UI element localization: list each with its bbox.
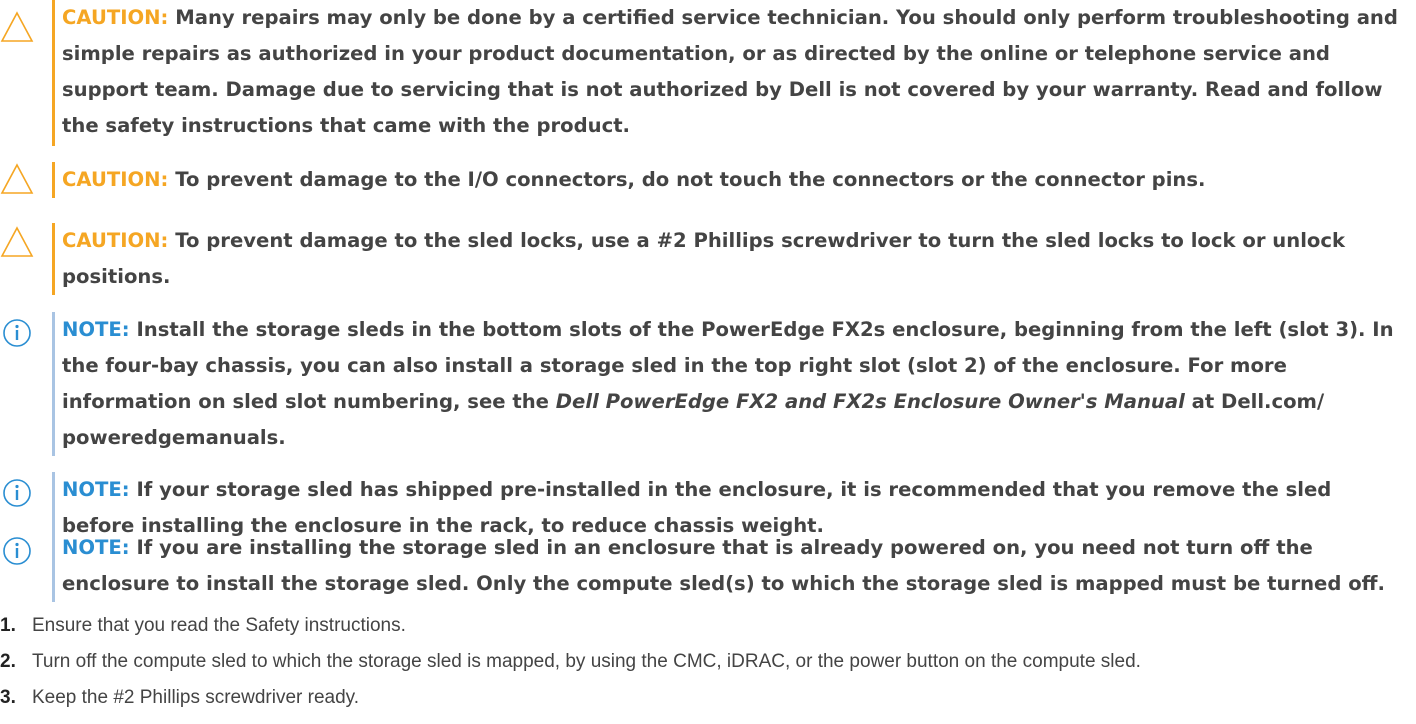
caution-body: To prevent damage to the sled locks, use…: [62, 229, 1346, 288]
warning-triangle-icon: [0, 11, 34, 42]
note-label: NOTE:: [62, 478, 130, 501]
notice-text: NOTE: If you are installing the storage …: [62, 530, 1410, 602]
notice-text: CAUTION: To prevent damage to the sled l…: [62, 223, 1410, 295]
note-bar: [52, 530, 55, 602]
caution-notice-certified-repairs: CAUTION: Many repairs may only be done b…: [0, 0, 1416, 146]
list-item: 3. Keep the #2 Phillips screwdriver read…: [0, 680, 1416, 716]
caution-label: CAUTION:: [62, 229, 169, 252]
note-label: NOTE:: [62, 318, 130, 341]
note-body: If you are installing the storage sled i…: [62, 536, 1385, 595]
note-install-storage-sleds: NOTE: Install the storage sleds in the b…: [0, 312, 1416, 456]
list-item: 1. Ensure that you read the Safety instr…: [0, 608, 1416, 644]
step-number: 2.: [0, 651, 16, 672]
warning-triangle-icon: [0, 163, 34, 194]
note-powered-on-enclosure: NOTE: If you are installing the storage …: [0, 530, 1416, 602]
notice-text: CAUTION: Many repairs may only be done b…: [62, 0, 1410, 144]
note-body: If your storage sled has shipped pre-ins…: [62, 478, 1332, 537]
step-number: 3.: [0, 687, 16, 708]
info-circle-icon: [3, 537, 31, 565]
caution-bar: [52, 0, 55, 146]
list-item: 2. Turn off the compute sled to which th…: [0, 644, 1416, 680]
manual-title: Dell PowerEdge FX2 and FX2s Enclosure Ow…: [555, 390, 1185, 413]
caution-bar: [52, 223, 55, 295]
caution-bar: [52, 162, 55, 198]
prerequisite-steps-list: 1. Ensure that you read the Safety instr…: [0, 608, 1416, 716]
info-circle-icon: [3, 479, 31, 507]
step-number: 1.: [0, 615, 16, 636]
caution-body: Many repairs may only be done by a certi…: [62, 6, 1398, 137]
caution-body: To prevent damage to the I/O connectors,…: [175, 168, 1206, 191]
warning-triangle-icon: [0, 226, 34, 257]
caution-label: CAUTION:: [62, 168, 169, 191]
step-text: Ensure that you read the Safety instruct…: [32, 615, 406, 636]
caution-notice-sled-locks: CAUTION: To prevent damage to the sled l…: [0, 223, 1416, 295]
caution-label: CAUTION:: [62, 6, 169, 29]
caution-notice-io-connectors: CAUTION: To prevent damage to the I/O co…: [0, 162, 1416, 198]
note-bar: [52, 312, 55, 456]
step-text: Turn off the compute sled to which the s…: [32, 651, 1141, 672]
notice-text: NOTE: Install the storage sleds in the b…: [62, 312, 1410, 456]
notice-text: CAUTION: To prevent damage to the I/O co…: [62, 162, 1410, 198]
note-label: NOTE:: [62, 536, 130, 559]
info-circle-icon: [3, 319, 31, 347]
step-text: Keep the #2 Phillips screwdriver ready.: [32, 687, 360, 708]
